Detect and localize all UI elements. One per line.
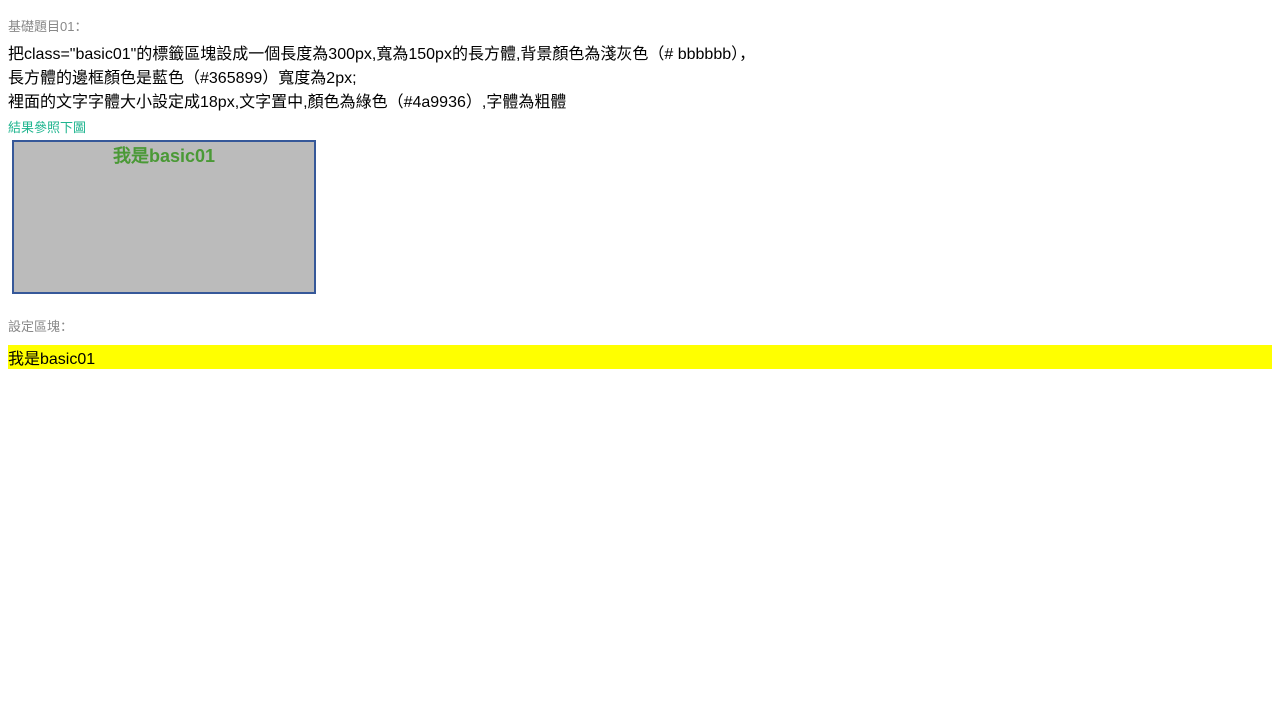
desc-line-3: 裡面的文字字體大小設定成18px,文字置中,顏色為綠色（#4a9936）,字體為… xyxy=(8,94,566,111)
section-title-label: 基礎題目01： xyxy=(8,16,1272,35)
basic01-text: 我是basic01 xyxy=(8,351,95,368)
basic01-block: 我是basic01 xyxy=(8,345,1272,369)
example-wrapper: 我是basic01 xyxy=(8,136,1272,294)
reference-label: 結果參照下圖 xyxy=(8,117,1272,136)
desc-line-2: 長方體的邊框顏色是藍色（#365899）寬度為2px; xyxy=(8,70,357,87)
desc-line-1: 把class="basic01"的標籤區塊設成一個長度為300px,寬為150p… xyxy=(8,46,755,63)
setting-section-label: 設定區塊： xyxy=(8,316,1272,335)
exercise-description: 把class="basic01"的標籤區塊設成一個長度為300px,寬為150p… xyxy=(8,43,1272,115)
example-box-text: 我是basic01 xyxy=(113,146,215,166)
example-box: 我是basic01 xyxy=(12,140,316,294)
